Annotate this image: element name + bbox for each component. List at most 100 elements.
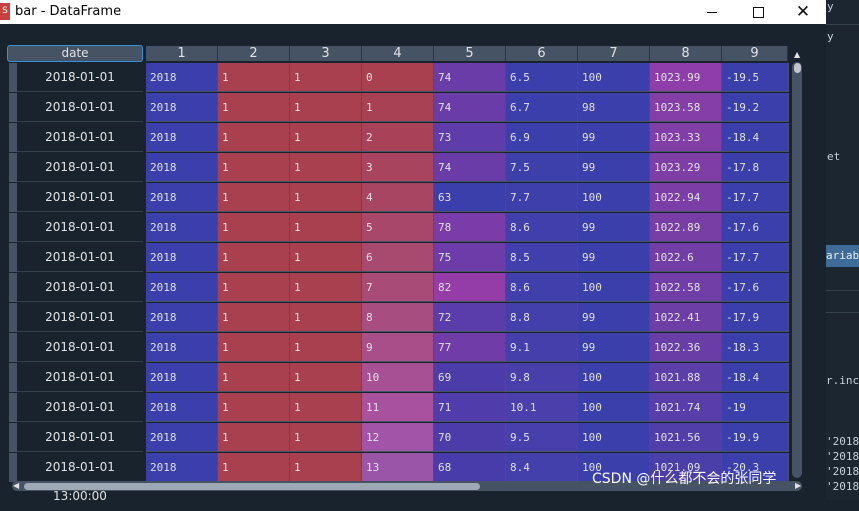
table-cell[interactable]: 1 (290, 453, 362, 482)
table-cell[interactable]: 1022.94 (650, 183, 722, 212)
table-cell[interactable]: 74 (434, 153, 506, 182)
table-cell[interactable]: -18.4 (722, 123, 789, 152)
table-cell[interactable]: 2018 (146, 393, 218, 422)
index-cell[interactable]: 2018-01-01 09:00:00 (17, 333, 143, 383)
index-cell[interactable]: 2018-01-01 11:00:00 (17, 393, 143, 443)
table-cell[interactable]: 2018 (146, 423, 218, 452)
table-cell[interactable]: 8.6 (506, 273, 578, 302)
row-header[interactable] (9, 303, 17, 332)
table-cell[interactable]: 1 (218, 453, 290, 482)
table-cell[interactable]: -18.4 (722, 363, 789, 392)
table-cell[interactable]: 74 (434, 93, 506, 122)
table-cell[interactable]: 1 (290, 273, 362, 302)
table-cell[interactable]: 70 (434, 423, 506, 452)
index-cell[interactable]: 2018-01-01 12:00:00 (17, 423, 143, 473)
table-cell[interactable]: 1022.41 (650, 303, 722, 332)
table-cell[interactable]: 74 (434, 63, 506, 92)
index-cell[interactable]: 2018-01-01 03:00:00 (17, 153, 143, 203)
table-cell[interactable]: -18.3 (722, 333, 789, 362)
row-header[interactable] (9, 393, 17, 422)
column-header[interactable]: 9 (722, 46, 788, 61)
table-cell[interactable]: 1023.33 (650, 123, 722, 152)
table-cell[interactable]: 1 (218, 243, 290, 272)
table-cell[interactable]: 9.8 (506, 363, 578, 392)
row-header[interactable] (9, 93, 17, 122)
table-cell[interactable]: 99 (578, 243, 650, 272)
index-cell[interactable]: 2018-01-01 10:00:00 (17, 363, 143, 413)
table-cell[interactable]: 100 (578, 183, 650, 212)
table-cell[interactable]: 2018 (146, 363, 218, 392)
table-cell[interactable]: 6 (362, 243, 434, 272)
table-cell[interactable]: 100 (578, 63, 650, 92)
table-cell[interactable]: 100 (578, 423, 650, 452)
column-header[interactable]: 6 (506, 46, 578, 61)
table-cell[interactable]: 99 (578, 303, 650, 332)
row-header[interactable] (9, 333, 17, 362)
table-cell[interactable]: 1 (218, 63, 290, 92)
table-cell[interactable]: 10.1 (506, 393, 578, 422)
table-cell[interactable]: 100 (578, 393, 650, 422)
table-cell[interactable]: 1022.58 (650, 273, 722, 302)
index-cell[interactable]: 2018-01-01 01:00:00 (17, 93, 143, 143)
table-cell[interactable]: 99 (578, 333, 650, 362)
table-cell[interactable]: 78 (434, 213, 506, 242)
table-cell[interactable]: 1022.6 (650, 243, 722, 272)
table-cell[interactable]: 1 (218, 153, 290, 182)
table-cell[interactable]: 1 (218, 363, 290, 392)
row-header[interactable] (9, 183, 17, 212)
table-cell[interactable]: 1 (218, 123, 290, 152)
table-cell[interactable]: -17.7 (722, 183, 789, 212)
table-cell[interactable]: 63 (434, 183, 506, 212)
column-header[interactable]: 4 (362, 46, 434, 61)
minimize-button[interactable] (689, 0, 735, 24)
row-header[interactable] (9, 423, 17, 452)
table-cell[interactable]: 99 (578, 153, 650, 182)
table-cell[interactable]: 1021.88 (650, 363, 722, 392)
row-header[interactable] (9, 243, 17, 272)
table-cell[interactable]: 8 (362, 303, 434, 332)
table-cell[interactable]: 1 (218, 423, 290, 452)
table-cell[interactable]: 7.5 (506, 153, 578, 182)
table-cell[interactable]: 11 (362, 393, 434, 422)
scroll-left-icon[interactable]: ◀ (13, 481, 19, 491)
table-cell[interactable]: 1021.56 (650, 423, 722, 452)
close-button[interactable]: ✕ (780, 0, 826, 24)
table-cell[interactable]: 1 (218, 333, 290, 362)
table-cell[interactable]: 8.5 (506, 243, 578, 272)
table-cell[interactable]: 1 (362, 93, 434, 122)
row-header[interactable] (9, 63, 17, 92)
table-cell[interactable]: 1023.99 (650, 63, 722, 92)
column-header[interactable]: 2 (218, 46, 290, 61)
table-cell[interactable]: 2018 (146, 153, 218, 182)
table-cell[interactable]: 1 (290, 393, 362, 422)
row-header[interactable] (9, 273, 17, 302)
maximize-button[interactable] (735, 0, 781, 24)
table-cell[interactable]: 2018 (146, 63, 218, 92)
table-cell[interactable]: 1 (218, 393, 290, 422)
table-cell[interactable]: 1 (290, 93, 362, 122)
table-cell[interactable]: 1 (290, 153, 362, 182)
table-cell[interactable]: 8.8 (506, 303, 578, 332)
table-cell[interactable]: 1 (218, 213, 290, 242)
table-cell[interactable]: 5 (362, 213, 434, 242)
horizontal-scroll-handle[interactable] (24, 483, 480, 490)
vertical-scroll-handle[interactable] (794, 63, 801, 73)
table-cell[interactable]: -17.6 (722, 273, 789, 302)
column-header[interactable]: 8 (650, 46, 722, 61)
table-cell[interactable]: 9.5 (506, 423, 578, 452)
index-cell[interactable]: 2018-01-01 04:00:00 (17, 183, 143, 233)
table-cell[interactable]: -19.5 (722, 63, 789, 92)
table-cell[interactable]: 6.5 (506, 63, 578, 92)
index-cell[interactable]: 2018-01-01 05:00:00 (17, 213, 143, 263)
table-cell[interactable]: 1 (290, 423, 362, 452)
table-cell[interactable]: 71 (434, 393, 506, 422)
table-cell[interactable]: 1 (290, 183, 362, 212)
table-cell[interactable]: 69 (434, 363, 506, 392)
table-cell[interactable]: 1022.36 (650, 333, 722, 362)
table-cell[interactable]: 68 (434, 453, 506, 482)
index-header[interactable]: date (7, 45, 143, 62)
table-cell[interactable]: -17.8 (722, 153, 789, 182)
table-cell[interactable]: 1023.29 (650, 153, 722, 182)
row-header[interactable] (9, 453, 17, 482)
scroll-right-icon[interactable]: ▶ (795, 481, 801, 491)
